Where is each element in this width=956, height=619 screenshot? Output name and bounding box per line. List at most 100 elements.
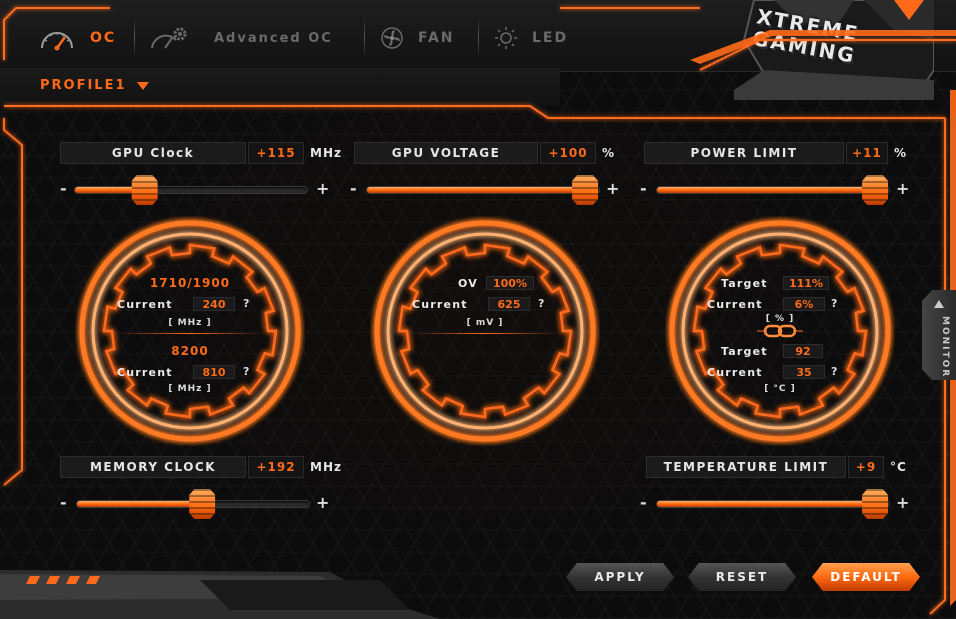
temp-target-value: 92 [783,344,823,358]
outer-ring [374,220,596,442]
slider-thumb[interactable] [862,175,889,205]
monitor-label[interactable]: MONITOR [930,316,950,378]
temperature-limit-value[interactable]: +9 [848,456,884,478]
help-icon[interactable]: ? [831,297,837,310]
slider-fill [77,501,203,507]
help-icon[interactable]: ? [538,297,544,310]
gpu-voltage-plus-button[interactable]: + [606,179,619,198]
power-current-value: 6% [783,297,825,311]
power-limit-plus-button[interactable]: + [896,179,909,198]
gpu-voltage-slider[interactable]: - + [350,175,622,205]
tab-advanced-oc-label: Advanced OC [214,30,333,46]
tab-fan[interactable]: FAN [380,20,455,56]
power-limit-slider[interactable]: - + [640,175,912,205]
apply-button[interactable]: APPLY [566,563,674,591]
speedometer-icon [41,32,73,51]
gpu-voltage-label: GPU VOLTAGE [354,142,538,164]
slider-track[interactable] [656,489,890,519]
default-button[interactable]: DEFAULT [812,563,920,591]
target-label: Target [721,277,768,290]
gpu-clock-minus-button[interactable]: - [60,179,67,198]
memory-clock-plus-button[interactable]: + [316,493,329,512]
reset-button[interactable]: RESET [688,563,796,591]
slider-thumb[interactable] [131,175,158,205]
tab-advanced-oc[interactable]: Advanced OC [150,20,333,56]
help-icon[interactable]: ? [243,365,249,378]
app-window: OC Advanced OC FAN LED PROFILE1 XTREME G… [0,0,956,619]
dial-ring [79,220,301,442]
nav-divider [478,16,479,58]
voltage-unit: [ mV ] [466,318,504,328]
memory-clock-minus-button[interactable]: - [60,493,67,512]
slider-fill [367,187,586,193]
temperature-limit-label: TEMPERATURE LIMIT [646,456,846,478]
tab-oc-label: OC [90,30,117,46]
power-target-value: 111% [783,276,829,290]
target-label: Target [721,345,768,358]
temperature-limit-header: TEMPERATURE LIMIT +9 °C [646,456,907,478]
dial-divider [115,333,265,334]
clock-dial: 1710/1900 Current 240 ? [ MHz ] 8200 Cur… [75,216,305,446]
mem-unit: [ MHz ] [168,384,212,394]
current-label: Current [117,298,173,311]
power-limit-label: POWER LIMIT [644,142,844,164]
slider-fill [657,187,876,193]
slider-track[interactable] [76,489,310,519]
gpu-clock-header: GPU Clock +115 MHz [60,142,342,164]
speedometer-gear-icon [151,27,187,49]
link-chain-icon[interactable] [757,323,803,339]
memory-clock-value[interactable]: +192 [248,456,304,478]
tab-led-label: LED [532,30,569,46]
help-icon[interactable]: ? [831,365,837,378]
dial-ring [374,220,596,442]
current-label: Current [412,298,468,311]
fan-icon [381,27,403,49]
dial-divider [410,333,560,334]
core-clock-readout: 1710/1900 [149,276,231,290]
core-unit: [ MHz ] [168,318,212,328]
slider-track[interactable] [656,175,890,205]
xtreme-gaming-logo: XTREME GAMING [734,0,934,100]
slider-thumb[interactable] [572,175,599,205]
profile-label: PROFILE1 [40,78,127,93]
nav-divider [364,16,365,58]
memory-clock-unit: MHz [310,460,342,474]
current-label: Current [117,366,173,379]
memory-clock-header: MEMORY CLOCK +192 MHz [60,456,342,478]
ov-label: OV [458,277,478,290]
gpu-clock-unit: MHz [310,146,342,160]
core-current-value: 240 [193,297,235,311]
ov-value: 100% [486,276,534,290]
profile-dropdown[interactable]: PROFILE1 [40,78,149,93]
power-limit-value[interactable]: +11 [846,142,888,164]
gpu-voltage-value[interactable]: +100 [540,142,596,164]
tab-fan-label: FAN [418,30,455,46]
current-label: Current [707,298,763,311]
slider-track[interactable] [74,175,308,205]
slider-track[interactable] [366,175,600,205]
power-limit-minus-button[interactable]: - [640,179,647,198]
gpu-clock-plus-button[interactable]: + [316,179,329,198]
tab-led[interactable]: LED [494,20,568,56]
slider-thumb[interactable] [862,489,889,519]
temperature-limit-minus-button[interactable]: - [640,493,647,512]
help-icon[interactable]: ? [243,297,249,310]
power-limit-header: POWER LIMIT +11 % [644,142,907,164]
gpu-voltage-minus-button[interactable]: - [350,179,357,198]
gpu-clock-slider[interactable]: - + [60,175,332,205]
memory-clock-label: MEMORY CLOCK [60,456,246,478]
power-temp-dial: Target 111% Current 6% ? [ % ] Target 92… [665,216,895,446]
chevron-down-icon [136,81,149,90]
voltage-dial: OV 100% Current 625 ? [ mV ] [370,216,600,446]
slider-thumb[interactable] [189,489,216,519]
gear-outline [397,243,573,419]
gpu-voltage-header: GPU VOLTAGE +100 % [354,142,615,164]
temp-unit: [ °C ] [764,384,796,394]
arrow-up-icon[interactable] [934,300,944,308]
gpu-voltage-unit: % [602,146,616,160]
slider-fill [657,501,876,507]
gpu-clock-value[interactable]: +115 [248,142,304,164]
tab-oc[interactable]: OC [38,20,116,56]
bottom-decoration [0,570,440,619]
temperature-limit-plus-button[interactable]: + [896,493,909,512]
